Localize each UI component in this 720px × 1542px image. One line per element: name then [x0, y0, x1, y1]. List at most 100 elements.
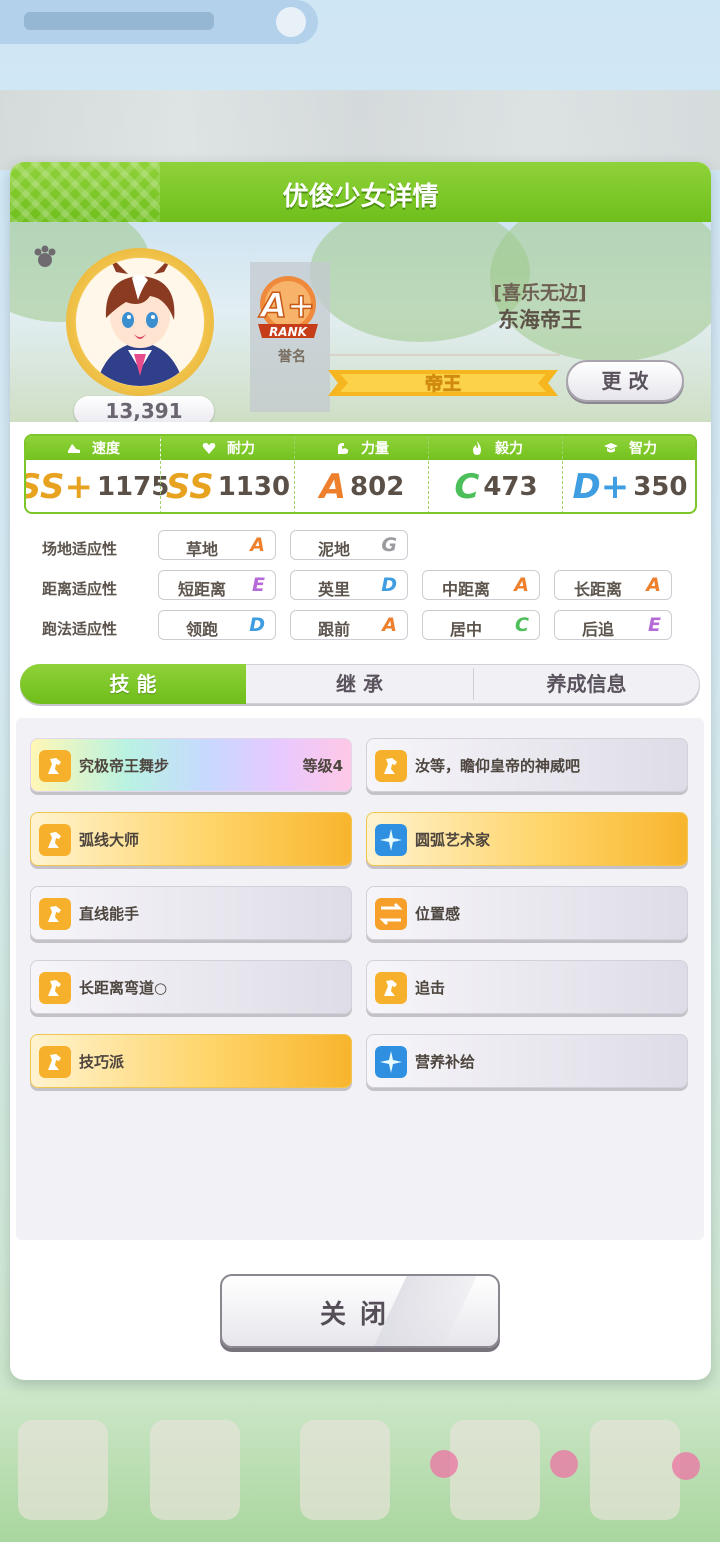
- sparkle-icon: [375, 824, 407, 856]
- stats-panel: 速度 SS+ 1175 耐力 SS 1130 力量 A 802 毅力 C 473 智力 …: [24, 434, 697, 514]
- horse-icon: [39, 1046, 71, 1078]
- horse-icon: [39, 824, 71, 856]
- fan-count: 13,391: [74, 396, 214, 422]
- umamusume-detail-dialog: 优俊少女详情 13,391 A+ RANK 誉名 [喜乐无边] 东海帝王 帝王 …: [10, 162, 711, 1380]
- stat-value: 1175: [96, 472, 170, 502]
- background-character-strip: [0, 90, 720, 170]
- aptitude-cell: 后追 E: [554, 610, 672, 640]
- stat-guts: 毅力 C 473: [428, 436, 563, 512]
- skill-item[interactable]: 技巧派: [30, 1034, 352, 1088]
- stat-label: 毅力: [495, 441, 523, 457]
- background-top-bar-button: [276, 7, 306, 37]
- fire-icon: [473, 441, 481, 455]
- aptitude-cell: 中距离 A: [422, 570, 540, 600]
- skill-item[interactable]: 弧线大师: [30, 812, 352, 866]
- aptitude-cell: 跟前 A: [290, 610, 408, 640]
- character-name: 东海帝王: [498, 308, 582, 332]
- background-menu-item: [590, 1420, 680, 1520]
- background-badge: [430, 1450, 458, 1478]
- track-aptitude-row: 场地适应性 草地 A 泥地 G: [10, 530, 711, 564]
- tab-inheritance[interactable]: 继 承: [246, 664, 473, 704]
- stat-value: 1130: [217, 472, 291, 502]
- skill-item[interactable]: 营养补给: [366, 1034, 688, 1088]
- aptitude-cell: 泥地 G: [290, 530, 408, 560]
- position-icon: [375, 898, 407, 930]
- stat-grade: C: [454, 467, 480, 507]
- background-top-bar-text: [24, 12, 214, 30]
- stat-label: 耐力: [227, 441, 255, 457]
- dialog-title: 优俊少女详情: [282, 182, 439, 212]
- background-menu-item: [300, 1420, 390, 1520]
- title-ribbon: 帝王: [328, 370, 558, 396]
- muscle-icon: [338, 443, 349, 454]
- skill-name: 营养补给: [415, 1053, 476, 1071]
- cap-icon: [604, 443, 618, 453]
- horse-icon: [39, 972, 71, 1004]
- tab-training-info[interactable]: 养成信息: [473, 664, 700, 704]
- skill-name: 直线能手: [79, 905, 140, 923]
- strategy-aptitude-label: 跑法适应性: [42, 620, 118, 638]
- track-aptitude-label: 场地适应性: [42, 540, 118, 558]
- skill-name: 位置感: [415, 905, 461, 923]
- stat-grade: SS: [165, 467, 214, 507]
- skill-item[interactable]: 圆弧艺术家: [366, 812, 688, 866]
- skill-name: 技巧派: [79, 1053, 125, 1071]
- skill-name: 圆弧艺术家: [415, 831, 491, 849]
- skill-level: 等级4: [302, 757, 343, 775]
- stat-power: 力量 A 802: [294, 436, 429, 512]
- rank-word: RANK: [269, 325, 309, 339]
- tab-skills[interactable]: 技 能: [20, 664, 246, 704]
- aptitude-cell: 长距离 A: [554, 570, 672, 600]
- skill-name: 追击: [415, 979, 446, 997]
- stat-value: 473: [483, 472, 538, 502]
- rank-grade: A+: [258, 286, 316, 326]
- skill-item[interactable]: 汝等，瞻仰皇帝的神威吧: [366, 738, 688, 792]
- horse-icon: [39, 898, 71, 930]
- stat-label: 智力: [629, 441, 657, 457]
- skill-name: 长距离弯道○: [79, 979, 168, 997]
- detail-tabs: 技 能 继 承 养成信息: [20, 664, 700, 704]
- horse-icon: [39, 750, 71, 782]
- background-menu-item: [150, 1420, 240, 1520]
- stat-speed: 速度 SS+ 1175: [24, 436, 169, 512]
- shoe-icon: [68, 444, 80, 453]
- horse-icon: [375, 750, 407, 782]
- skill-name: 究极帝王舞步: [79, 757, 170, 775]
- close-button-label: 关闭: [319, 1300, 400, 1330]
- rank-badge: A+ RANK: [254, 272, 334, 344]
- fame-label: 誉名: [278, 349, 306, 365]
- stat-label: 力量: [361, 441, 389, 457]
- stat-value: 802: [350, 472, 405, 502]
- close-button[interactable]: 关闭: [220, 1274, 500, 1348]
- dialog-header: 优俊少女详情: [10, 162, 711, 222]
- background-badge: [672, 1452, 700, 1480]
- strategy-aptitude-row: 跑法适应性 领跑 D 跟前 A 居中 C 后追 E: [10, 610, 711, 644]
- skill-item[interactable]: 究极帝王舞步 等级4: [30, 738, 352, 792]
- background-badge: [550, 1450, 578, 1478]
- character-avatar[interactable]: [76, 258, 204, 386]
- skill-item[interactable]: 长距离弯道○: [30, 960, 352, 1014]
- skill-item[interactable]: 直线能手: [30, 886, 352, 940]
- skill-name: 弧线大师: [79, 831, 140, 849]
- stat-grade: A: [319, 467, 347, 507]
- change-title-button[interactable]: 更 改: [566, 360, 684, 402]
- skill-item[interactable]: 追击: [366, 960, 688, 1014]
- stat-wisdom: 智力 D+ 350: [562, 436, 695, 512]
- profile-banner: 13,391 A+ RANK 誉名 [喜乐无边] 东海帝王 帝王 更 改: [10, 222, 711, 422]
- stat-grade: SS+: [24, 467, 93, 507]
- aptitude-cell: 短距离 E: [158, 570, 276, 600]
- stat-value: 350: [633, 472, 688, 502]
- background-menu-item: [18, 1420, 108, 1520]
- horse-icon: [375, 972, 407, 1004]
- title-ribbon-text: 帝王: [425, 373, 461, 395]
- stat-grade: D+: [572, 467, 630, 507]
- aptitude-cell: 居中 C: [422, 610, 540, 640]
- skill-item[interactable]: 位置感: [366, 886, 688, 940]
- paw-icon: [34, 245, 56, 267]
- aptitude-cell: 领跑 D: [158, 610, 276, 640]
- sparkle-icon: [375, 1046, 407, 1078]
- stat-label: 速度: [92, 441, 120, 457]
- distance-aptitude-label: 距离适应性: [42, 580, 118, 598]
- aptitude-cell: 英里 D: [290, 570, 408, 600]
- skill-name: 汝等，瞻仰皇帝的神威吧: [415, 757, 581, 775]
